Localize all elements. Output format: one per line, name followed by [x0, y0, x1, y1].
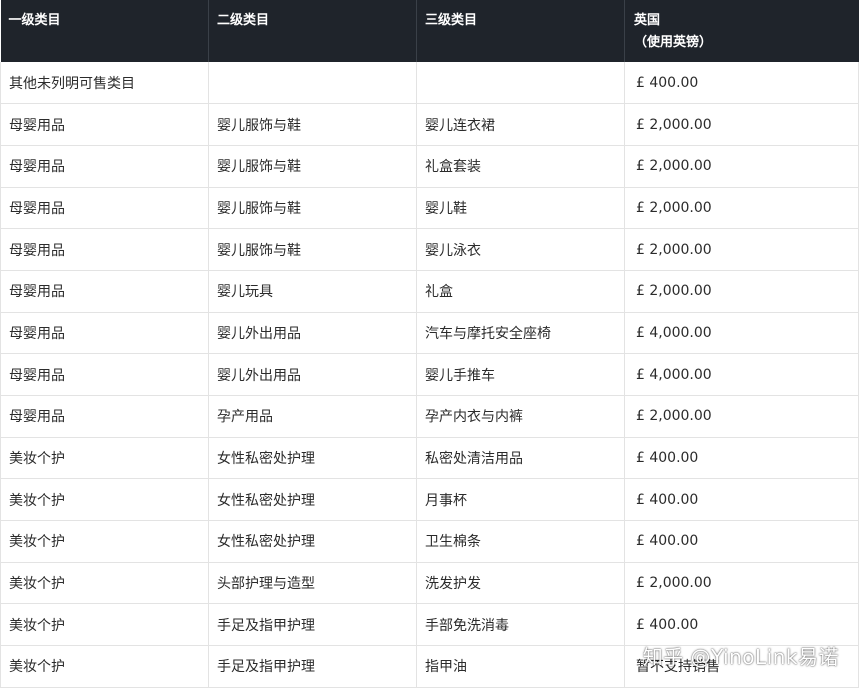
cell-uk-price: £ 2,000.00 [624, 103, 859, 146]
cell-level3: 礼盒 [416, 270, 625, 313]
table-row: 母婴用品 婴儿外出用品 汽车与摩托安全座椅 £ 4,000.00 [0, 312, 859, 355]
cell-level2: 手足及指甲护理 [208, 603, 417, 647]
cell-level2: 头部护理与造型 [208, 562, 417, 605]
cell-level3: 汽车与摩托安全座椅 [416, 312, 625, 355]
cell-uk-price: £ 2,000.00 [624, 145, 859, 188]
cell-level3: 婴儿手推车 [416, 353, 625, 396]
cell-level1: 美妆个护 [0, 437, 209, 480]
cell-level2: 孕产用品 [208, 395, 417, 438]
table-header-row: 一级类目 二级类目 三级类目 英国 （使用英镑） [0, 0, 859, 62]
table-row: 母婴用品 婴儿服饰与鞋 婴儿连衣裙 £ 2,000.00 [0, 103, 859, 146]
cell-level3 [416, 62, 625, 105]
cell-level3: 手部免洗消毒 [416, 603, 625, 647]
category-deposit-table: 一级类目 二级类目 三级类目 英国 （使用英镑） 其他未列明可售类目 £ 400.… [0, 0, 859, 688]
cell-level2: 婴儿服饰与鞋 [208, 228, 417, 271]
cell-level1: 美妆个护 [0, 478, 209, 522]
cell-level3: 卫生棉条 [416, 520, 625, 563]
cell-uk-price: £ 2,000.00 [624, 395, 859, 438]
header-level3: 三级类目 [416, 0, 625, 62]
cell-level1: 母婴用品 [0, 187, 209, 230]
cell-level2: 女性私密处护理 [208, 437, 417, 480]
cell-uk-price: £ 400.00 [624, 603, 859, 647]
cell-level1: 母婴用品 [0, 270, 209, 313]
cell-level2: 婴儿服饰与鞋 [208, 187, 417, 230]
cell-level2: 女性私密处护理 [208, 478, 417, 522]
table-row: 母婴用品 婴儿服饰与鞋 婴儿鞋 £ 2,000.00 [0, 187, 859, 230]
cell-level2: 婴儿玩具 [208, 270, 417, 313]
cell-uk-price: £ 2,000.00 [624, 228, 859, 271]
cell-level1: 母婴用品 [0, 312, 209, 355]
cell-level1: 母婴用品 [0, 395, 209, 438]
cell-level1: 美妆个护 [0, 562, 209, 605]
cell-level2: 婴儿服饰与鞋 [208, 103, 417, 146]
cell-level1: 美妆个护 [0, 645, 209, 688]
cell-level2: 婴儿外出用品 [208, 312, 417, 355]
table-row: 美妆个护 女性私密处护理 私密处清洁用品 £ 400.00 [0, 437, 859, 480]
cell-level1: 其他未列明可售类目 [0, 62, 209, 105]
cell-level3: 指甲油 [416, 645, 625, 688]
header-uk-title: 英国 [634, 13, 661, 28]
cell-level3: 婴儿连衣裙 [416, 103, 625, 146]
cell-level3: 洗发护发 [416, 562, 625, 605]
table-row: 其他未列明可售类目 £ 400.00 [0, 62, 859, 105]
cell-uk-price: £ 400.00 [624, 478, 859, 522]
cell-level3: 礼盒套装 [416, 145, 625, 188]
cell-uk-price: £ 400.00 [624, 437, 859, 480]
cell-level1: 母婴用品 [0, 103, 209, 146]
cell-level1: 母婴用品 [0, 228, 209, 271]
cell-level3: 婴儿泳衣 [416, 228, 625, 271]
cell-level2: 手足及指甲护理 [208, 645, 417, 688]
cell-level1: 美妆个护 [0, 520, 209, 563]
table-row: 美妆个护 头部护理与造型 洗发护发 £ 2,000.00 [0, 562, 859, 605]
cell-uk-price: £ 2,000.00 [624, 270, 859, 313]
cell-level3: 孕产内衣与内裤 [416, 395, 625, 438]
header-level1: 一级类目 [0, 0, 209, 62]
cell-level1: 美妆个护 [0, 603, 209, 647]
cell-level3: 私密处清洁用品 [416, 437, 625, 480]
cell-level3: 婴儿鞋 [416, 187, 625, 230]
cell-uk-price: £ 400.00 [624, 520, 859, 563]
table-row: 美妆个护 女性私密处护理 月事杯 £ 400.00 [0, 478, 859, 522]
table-row: 母婴用品 孕产用品 孕产内衣与内裤 £ 2,000.00 [0, 395, 859, 438]
table-row: 美妆个护 女性私密处护理 卫生棉条 £ 400.00 [0, 520, 859, 563]
table-body: 其他未列明可售类目 £ 400.00 母婴用品 婴儿服饰与鞋 婴儿连衣裙 £ 2,000.… [0, 62, 859, 688]
cell-level2: 女性私密处护理 [208, 520, 417, 563]
cell-level2 [208, 62, 417, 105]
table-row: 母婴用品 婴儿服饰与鞋 婴儿泳衣 £ 2,000.00 [0, 228, 859, 271]
cell-level3: 月事杯 [416, 478, 625, 522]
header-uk-currency: （使用英镑） [634, 35, 713, 50]
watermark: 知乎 @YinoLink易诺 [642, 645, 839, 669]
cell-uk-price: £ 400.00 [624, 62, 859, 105]
cell-level1: 母婴用品 [0, 145, 209, 188]
header-level2: 二级类目 [208, 0, 417, 62]
table-row: 母婴用品 婴儿玩具 礼盒 £ 2,000.00 [0, 270, 859, 313]
cell-level1: 母婴用品 [0, 353, 209, 396]
table-row: 母婴用品 婴儿服饰与鞋 礼盒套装 £ 2,000.00 [0, 145, 859, 188]
cell-uk-price: £ 2,000.00 [624, 187, 859, 230]
cell-uk-price: £ 2,000.00 [624, 562, 859, 605]
cell-level2: 婴儿服饰与鞋 [208, 145, 417, 188]
cell-uk-price: £ 4,000.00 [624, 353, 859, 396]
table-row: 美妆个护 手足及指甲护理 手部免洗消毒 £ 400.00 [0, 603, 859, 647]
header-uk: 英国 （使用英镑） [624, 0, 859, 62]
table-row: 母婴用品 婴儿外出用品 婴儿手推车 £ 4,000.00 [0, 353, 859, 396]
cell-uk-price: £ 4,000.00 [624, 312, 859, 355]
cell-level2: 婴儿外出用品 [208, 353, 417, 396]
